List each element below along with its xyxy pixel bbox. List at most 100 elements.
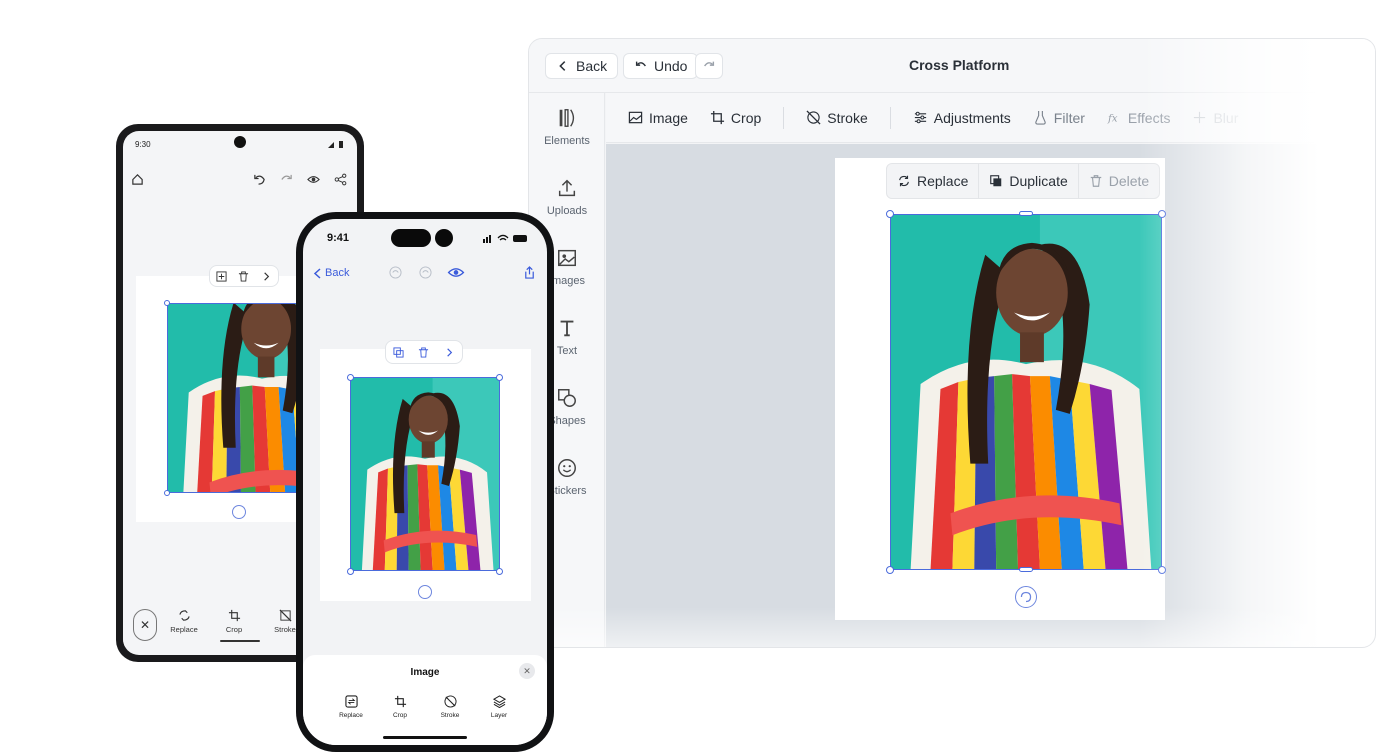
resize-handle[interactable] [1019,567,1033,572]
resize-handle[interactable] [164,300,170,306]
toolbar-label: Blur [1213,109,1239,126]
undo-icon[interactable] [389,266,402,279]
resize-handle[interactable] [886,566,894,574]
toolbar-filter[interactable]: Filter [1033,110,1085,126]
cross-platform-showcase: Back Undo Cross Platform Elements Upload… [0,0,1376,752]
crop-icon [710,110,724,125]
selected-image[interactable] [350,377,500,571]
text-icon [560,320,574,337]
share-icon[interactable] [523,266,536,279]
status-time: 9:41 [327,232,350,244]
toolbar-crop[interactable]: Crop [710,110,761,126]
resize-handle[interactable] [347,568,354,575]
signal-wifi-battery-icon [483,234,527,243]
toolbar-adjustments[interactable]: Adjustments [913,110,1011,126]
resize-handle[interactable] [1019,211,1033,216]
replace-icon [178,610,190,621]
tool-label: Crop [392,712,408,719]
dynamic-island [391,229,431,247]
resize-handle[interactable] [886,210,894,218]
chevron-right-icon[interactable] [261,271,272,282]
undo-label: Undo [654,58,688,74]
undo-icon[interactable] [253,173,266,186]
eye-icon[interactable] [307,173,320,186]
replace-label: Replace [917,173,969,189]
tool-label: Layer [490,712,508,719]
sheet-tool-replace[interactable]: Replace [329,695,373,719]
delete-button[interactable]: Delete [1079,164,1159,198]
undo-button[interactable]: Undo [623,53,699,79]
crop-icon [228,609,240,622]
rotate-handle[interactable] [418,585,432,599]
rotate-handle[interactable] [1015,586,1037,608]
close-icon: ✕ [523,666,531,676]
sidebar-item-elements[interactable]: Elements [529,107,605,147]
rotate-handle[interactable] [232,505,246,519]
sheet-tool-crop[interactable]: Crop [378,695,422,719]
toolbar-blur[interactable]: Blur [1192,110,1238,126]
camera [435,229,453,247]
toolbar-divider [889,106,891,129]
sidebar-item-uploads[interactable]: Uploads [529,177,605,217]
duplicate-button[interactable]: Duplicate [979,164,1079,198]
duplicate-icon[interactable] [393,346,404,358]
sidebar-label: Elements [544,135,590,147]
image-icon [628,111,643,124]
duplicate-icon[interactable] [216,270,227,282]
portrait-photo [351,378,499,570]
share-icon[interactable] [334,173,347,186]
desktop-editor-window: Back Undo Cross Platform Elements Upload… [528,38,1376,648]
chevron-right-icon[interactable] [444,347,455,358]
sheet-tool-layer[interactable]: Layer [477,695,521,719]
flask-icon [1035,110,1046,125]
layers-icon [492,695,506,708]
toolbar-label: Effects [1127,109,1171,126]
camera-punch-hole [234,136,246,148]
toolbar-stroke[interactable]: Stroke [806,110,868,126]
bottom-tool-crop[interactable]: Crop [214,609,254,634]
crop-icon [394,695,406,708]
close-button[interactable]: ✕ [133,609,157,641]
home-icon[interactable] [131,173,144,186]
redo-button[interactable] [695,53,723,79]
iphone-nav-bar: Back [303,261,547,285]
eye-icon[interactable] [447,266,465,279]
editor-canvas[interactable]: Replace Duplicate Delete [606,144,1375,647]
stroke-icon [806,110,821,125]
status-time: 9:30 [135,140,151,149]
replace-button[interactable]: Replace [887,164,980,198]
image-bottom-sheet: Image ✕ Replace Crop Stroke Layer [303,655,547,745]
bottom-tool-replace[interactable]: Replace [164,609,204,634]
trash-icon[interactable] [418,346,429,358]
redo-icon[interactable] [419,266,432,279]
portrait-photo [891,215,1161,569]
back-button[interactable]: Back [545,53,619,79]
sheet-tool-stroke[interactable]: Stroke [428,695,472,719]
duplicate-icon [990,175,1002,187]
replace-icon [899,175,909,187]
document-title: Cross Platform [909,57,1010,73]
shapes-icon [558,389,576,407]
selected-image[interactable] [890,214,1162,570]
resize-handle[interactable] [164,490,170,496]
back-label: Back [325,267,350,279]
sheet-close-button[interactable]: ✕ [519,663,535,679]
resize-handle[interactable] [496,568,503,575]
resize-handle[interactable] [347,374,354,381]
back-button[interactable]: Back [313,267,349,279]
resize-handle[interactable] [1158,210,1166,218]
sidebar-label: Uploads [546,205,588,217]
toolbar-effects[interactable]: fx Effects [1107,110,1171,126]
portrait-illustration [891,215,1161,569]
redo-icon[interactable] [280,173,293,186]
toolbar-image[interactable]: Image [628,110,688,126]
resize-handle[interactable] [496,374,503,381]
image-toolbar: Image Crop Stroke Adjustments Filter fx [606,93,1375,143]
tool-label: Stroke [274,625,296,634]
trash-icon[interactable] [238,270,249,282]
tool-label: Crop [225,625,243,634]
resize-handle[interactable] [1158,566,1166,574]
context-bar: Replace Duplicate Delete [886,163,1161,199]
signal-battery-icon [328,141,343,148]
tool-label: Replace [339,712,363,719]
